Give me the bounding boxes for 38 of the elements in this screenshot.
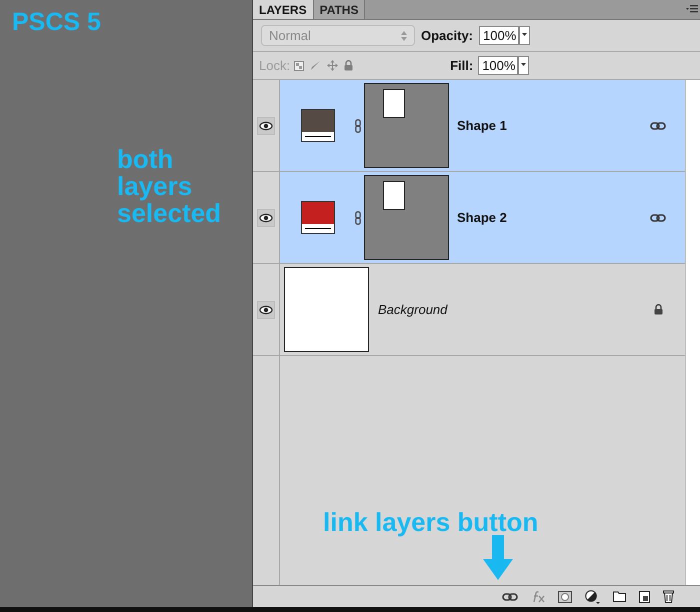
chain-icon: [355, 118, 361, 132]
chain-icon: [355, 210, 361, 224]
visibility-toggle[interactable]: [257, 116, 275, 134]
visibility-toggle[interactable]: [257, 300, 275, 318]
layer-name: Shape 2: [457, 208, 507, 227]
lock-label: Lock:: [259, 56, 290, 75]
fill-field[interactable]: 100%: [478, 56, 518, 75]
opacity-field[interactable]: 100%: [479, 26, 520, 45]
trash-icon[interactable]: [663, 590, 674, 603]
link-icon: [650, 214, 666, 222]
panel-tab[interactable]: PATHS: [314, 0, 366, 19]
lock-icon: [344, 60, 354, 71]
version-label: PSCS 5: [12, 7, 102, 38]
lock-transparency-icon[interactable]: [294, 60, 304, 70]
callout-text: link layers button: [323, 506, 538, 539]
layer-name: Shape 1: [457, 116, 507, 135]
folder-icon[interactable]: [613, 591, 626, 602]
fill-swatch: [301, 109, 335, 142]
layer-row[interactable]: Shape 1: [253, 80, 685, 172]
panel-menu-icon[interactable]: [686, 5, 698, 13]
layer-row[interactable]: Shape 2: [253, 172, 685, 264]
layer-row[interactable]: Background: [253, 264, 685, 356]
new-layer-icon[interactable]: [639, 590, 650, 602]
stepper-icon: [401, 30, 407, 40]
adjustment-icon[interactable]: [585, 590, 600, 604]
layer-name: Background: [378, 300, 448, 319]
link-icon: [650, 122, 666, 130]
eye-icon: [259, 120, 273, 130]
opacity-label: Opacity:: [421, 26, 474, 45]
fill-swatch: [301, 201, 335, 234]
eye-icon: [259, 212, 273, 222]
mask-button[interactable]: [558, 590, 572, 602]
fill-label: Fill:: [450, 56, 474, 75]
annotation-text: both layers selected: [117, 146, 222, 226]
down-arrow-icon: [483, 535, 513, 580]
panel-tab[interactable]: LAYERS: [253, 0, 314, 19]
eye-icon: [259, 304, 273, 314]
visibility-toggle[interactable]: [257, 208, 275, 226]
